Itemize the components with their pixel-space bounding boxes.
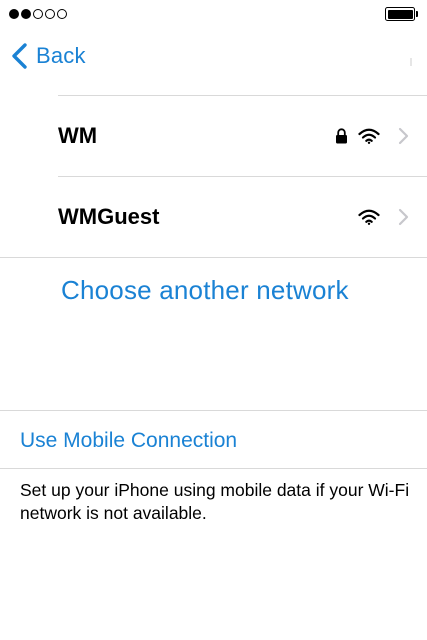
status-bar: [0, 0, 427, 28]
network-row-wmguest[interactable]: WMGuest: [58, 177, 427, 257]
chevron-right-icon: [398, 127, 409, 145]
lock-icon: [336, 128, 347, 144]
signal-dot: [33, 9, 43, 19]
battery-icon: [385, 7, 418, 21]
separator: [0, 410, 427, 411]
network-row-wm[interactable]: WM: [58, 96, 427, 176]
signal-dot: [57, 9, 67, 19]
signal-strength-indicator: [9, 9, 67, 19]
back-button[interactable]: Back: [9, 38, 86, 74]
separator: [0, 257, 427, 258]
wifi-setup-screen: Back WM WMGuest Choose another network U…: [0, 0, 427, 640]
signal-dot: [21, 9, 31, 19]
chevron-right-icon: [398, 208, 409, 226]
wifi-icon: [358, 128, 380, 144]
signal-dot: [45, 9, 55, 19]
use-mobile-connection-button[interactable]: Use Mobile Connection: [20, 423, 237, 459]
mobile-connection-description: Set up your iPhone using mobile data if …: [20, 480, 410, 523]
separator: [0, 468, 427, 469]
nav-divider: [410, 58, 412, 66]
back-label: Back: [36, 43, 86, 68]
chevron-left-icon: [12, 43, 27, 69]
network-name: WM: [58, 123, 98, 148]
choose-another-network-button[interactable]: Choose another network: [61, 270, 349, 310]
signal-dot: [9, 9, 19, 19]
network-name: WMGuest: [58, 204, 160, 229]
wifi-icon: [358, 209, 380, 225]
